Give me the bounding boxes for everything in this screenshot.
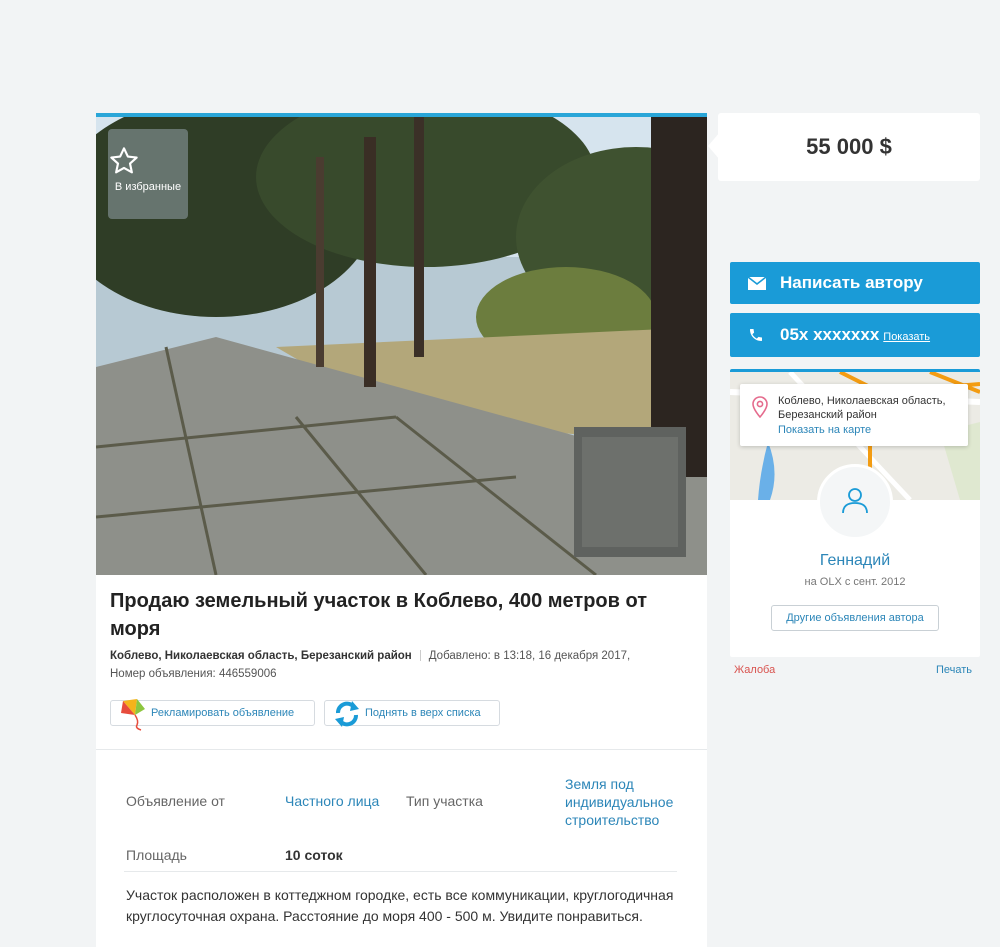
print-link[interactable]: Печать xyxy=(936,664,972,676)
param-plot-type-label: Тип участка xyxy=(406,793,483,809)
refresh-icon xyxy=(333,699,361,732)
other-ads-button[interactable]: Другие объявления автора xyxy=(771,605,939,631)
raise-button[interactable]: Поднять в верх списка xyxy=(324,700,500,727)
show-on-map-link[interactable]: Показать на карте xyxy=(778,424,871,436)
author-card: Коблево, Николаевская область, Березанск… xyxy=(730,369,980,657)
phone-number: 05x xxxxxxx xyxy=(780,325,880,344)
favorite-label: В избранные xyxy=(114,181,182,193)
param-plot-type-value[interactable]: Земля под индивидуальное строительство xyxy=(565,775,685,829)
map-pin-icon xyxy=(752,396,768,423)
favorite-button[interactable]: В избранные xyxy=(108,129,188,219)
price: 55 000 $ xyxy=(718,113,980,181)
map-popup: Коблево, Николаевская область, Березанск… xyxy=(740,384,968,446)
ad-description: Участок расположен в коттеджном городке,… xyxy=(126,887,674,924)
ad-location[interactable]: Коблево, Николаевская область, Березанск… xyxy=(110,650,412,662)
map-address: Коблево, Николаевская область, Березанск… xyxy=(778,395,946,421)
promote-button[interactable]: Рекламировать объявление xyxy=(110,699,315,731)
star-icon xyxy=(108,145,188,177)
author-since: на OLX с сент. 2012 xyxy=(804,576,906,588)
user-icon xyxy=(838,483,872,522)
ad-date-added: Добавлено: в 13:18, 16 декабря 2017, xyxy=(428,650,631,662)
meta-divider xyxy=(419,650,421,662)
ad-photo[interactable]: В избранные xyxy=(96,117,707,575)
location-map[interactable]: Коблево, Николаевская область, Березанск… xyxy=(730,372,980,540)
author-name[interactable]: Геннадий xyxy=(730,552,980,570)
kite-icon xyxy=(119,697,149,734)
params-divider xyxy=(124,871,677,872)
param-offer-from-value[interactable]: Частного лица xyxy=(285,793,379,809)
write-author-label: Написать автору xyxy=(780,273,923,292)
section-divider xyxy=(96,749,707,750)
raise-label: Поднять в верх списка xyxy=(365,707,481,719)
phone-button[interactable]: 05x xxxxxxx Показать xyxy=(730,313,980,357)
envelope-icon xyxy=(748,276,768,290)
write-author-button[interactable]: Написать автору xyxy=(730,262,980,304)
ad-meta: Коблево, Николаевская область, Березанск… xyxy=(110,647,690,683)
ad-number: Номер объявления: 446559006 xyxy=(110,668,277,680)
phone-icon xyxy=(748,326,768,344)
param-area-value: 10 соток xyxy=(285,847,343,863)
param-area-label: Площадь xyxy=(126,847,187,863)
show-phone-link[interactable]: Показать xyxy=(883,331,930,343)
promote-label: Рекламировать объявление xyxy=(151,707,295,719)
param-offer-from-label: Объявление от xyxy=(126,793,225,809)
avatar[interactable] xyxy=(817,464,893,540)
ad-title: Продаю земельный участок в Коблево, 400 … xyxy=(110,590,647,640)
ad-card: В избранные Продаю земельный участок в К… xyxy=(96,113,707,947)
complaint-link[interactable]: Жалоба xyxy=(734,664,775,676)
